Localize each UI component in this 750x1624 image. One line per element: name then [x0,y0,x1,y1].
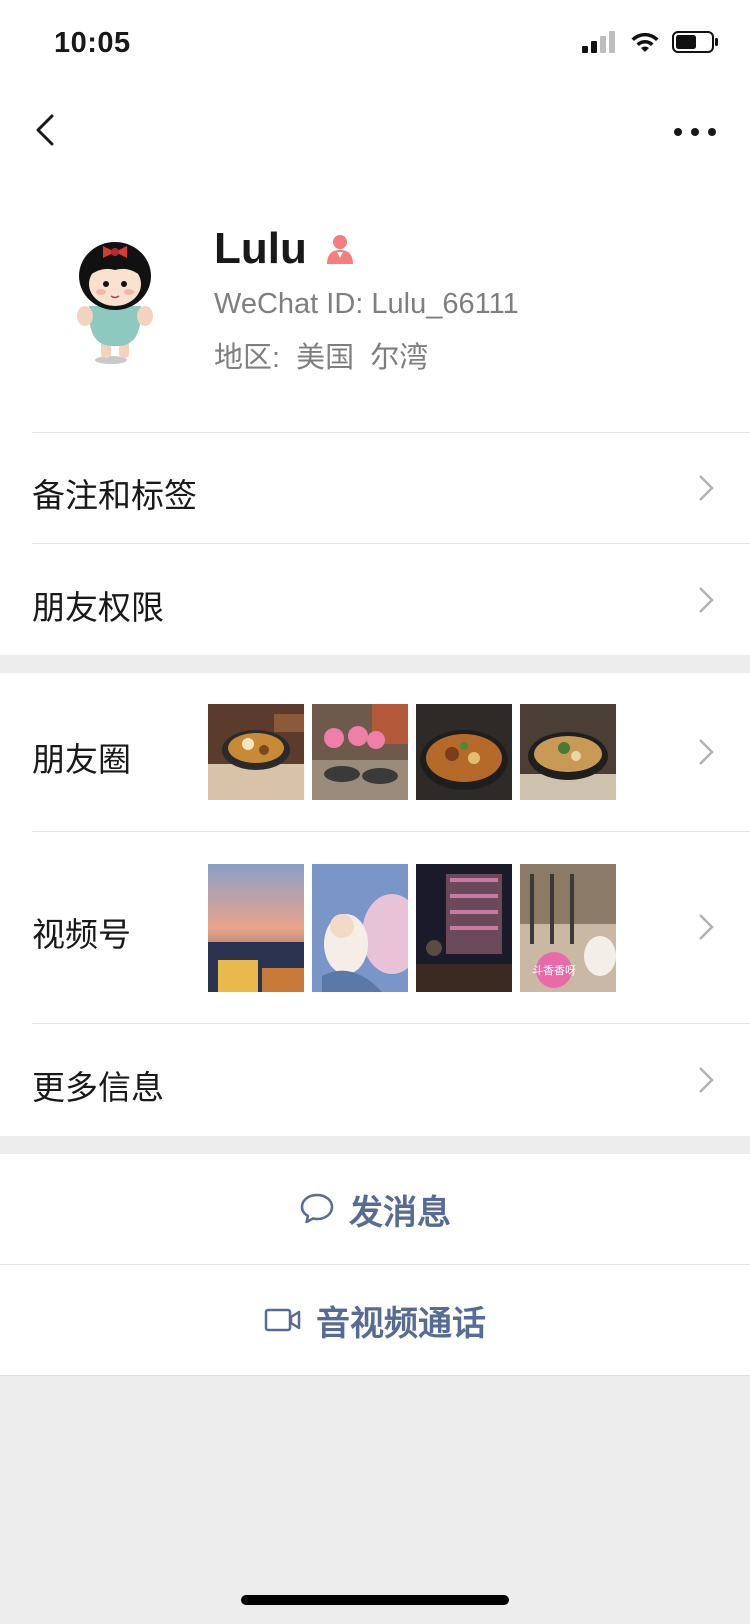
profile-name: Lulu [214,224,307,273]
avatar[interactable] [65,220,195,370]
wifi-icon [631,32,659,52]
region-label: 地区: [214,342,281,374]
video-call-icon [264,1308,301,1332]
divider [0,1375,750,1376]
channels-video-4: 斗香香呀 [520,864,616,992]
channels-label: 视频号 [32,916,131,953]
chevron-right-icon [699,475,714,501]
region: 地区: 美国 尔湾 [214,334,436,376]
region-city: 尔湾 [370,342,429,374]
battery-icon [672,31,718,53]
av-call-label: 音视频通话 [316,1304,486,1343]
more-info-item[interactable]: 更多信息 [0,1024,750,1136]
moments-item[interactable]: 朋友圈 [0,673,750,831]
profile-header: Lulu WeChat ID: Lulu_66111 地区: 美国 尔湾 [0,200,750,420]
chevron-right-icon [699,587,714,613]
channels-video-2 [312,864,408,992]
region-country: 美国 [296,342,355,374]
moments-photo-1 [208,704,304,800]
remarks-tags-label: 备注和标签 [32,477,197,514]
moments-photo-2 [312,704,408,800]
nav-bar [0,90,750,170]
cellular-signal-icon [582,31,615,53]
more-info-label: 更多信息 [32,1069,164,1106]
female-gender-icon [326,235,353,264]
moments-thumbnails [208,704,616,800]
channels-video-3 [416,864,512,992]
status-icons [582,30,720,54]
friend-permissions-item[interactable]: 朋友权限 [0,544,750,655]
chevron-right-icon [699,1067,714,1093]
status-time: 10:05 [54,27,131,59]
channels-thumb-caption: 斗香香呀 [532,964,576,977]
av-call-button[interactable]: 音视频通话 [0,1265,750,1375]
remarks-tags-item[interactable]: 备注和标签 [0,433,750,543]
chevron-right-icon [699,739,714,765]
back-chevron-icon[interactable] [28,110,68,150]
send-message-label: 发消息 [349,1193,451,1232]
channels-video-1 [208,864,304,992]
channels-thumbnails: 斗香香呀 [208,864,616,992]
status-bar: 10:05 [0,0,750,90]
moments-photo-3 [416,704,512,800]
more-options-icon[interactable] [670,112,720,152]
home-indicator[interactable] [241,1595,509,1605]
name-row: Lulu [214,224,357,274]
send-message-button[interactable]: 发消息 [0,1154,750,1264]
moments-label: 朋友圈 [32,741,131,778]
channels-item[interactable]: 视频号 斗香香呀 [0,832,750,1023]
friend-permissions-label: 朋友权限 [32,589,164,626]
chat-bubble-icon [300,1193,334,1224]
wechat-id: WeChat ID: Lulu_66111 [214,288,519,320]
moments-photo-4 [520,704,616,800]
chevron-right-icon [699,914,714,940]
